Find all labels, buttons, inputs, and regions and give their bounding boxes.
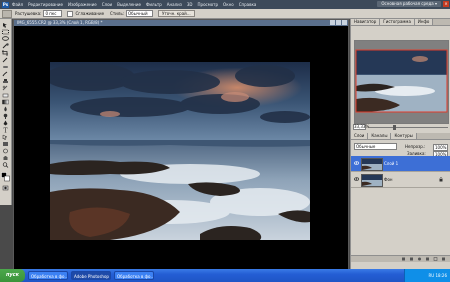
layer-controls: Обычные Непрозр.: 100% Заливка: 100% (351, 142, 450, 158)
start-button[interactable]: пуск (0, 269, 25, 282)
visibility-eye-icon[interactable] (354, 177, 359, 181)
taskbar-item[interactable]: Обработка в фо... (114, 271, 154, 280)
svg-text:T: T (4, 128, 8, 134)
color-swatches-icon[interactable] (1, 172, 10, 182)
menu-analysis[interactable]: Анализ (167, 2, 182, 7)
blend-mode-select[interactable]: Обычные (354, 143, 397, 150)
gradient-tool-icon[interactable] (1, 99, 10, 105)
pen-tool-icon[interactable] (1, 120, 10, 126)
options-bar: Растушевка: 0 пкс Сглаживание Стиль: Обы… (0, 9, 450, 19)
layer-name[interactable]: Фон (384, 177, 393, 182)
style-label: Стиль: (110, 11, 125, 16)
document-tab[interactable]: IMG_6555.CR2 @ 33,3% (Слой 1, RGB/8) * (14, 20, 348, 26)
hand-tool-icon[interactable] (1, 155, 10, 161)
dodge-tool-icon[interactable] (1, 113, 10, 119)
menu-file[interactable]: Файл (12, 2, 23, 7)
quick-selection-tool-icon[interactable] (1, 43, 10, 49)
feather-label: Растушевка: (15, 11, 42, 16)
eraser-tool-icon[interactable] (1, 92, 10, 98)
zoom-value[interactable]: 33,33% (353, 124, 369, 130)
photoshop-logo-icon: Ps (2, 1, 9, 8)
menu-3d[interactable]: 3D (187, 2, 193, 7)
seascape-photo[interactable] (45, 62, 310, 240)
tab-navigator[interactable]: Навигатор (351, 19, 381, 25)
navigator-preview[interactable] (354, 40, 449, 124)
path-selection-tool-icon[interactable] (1, 134, 10, 140)
menu-view[interactable]: Просмотр (198, 2, 219, 7)
marquee-tool-icon[interactable] (1, 29, 10, 35)
layer-thumbnail (361, 174, 383, 187)
menu-image[interactable]: Изображение (68, 2, 97, 7)
menu-filter[interactable]: Фильтр (146, 2, 162, 7)
layers-tabs: Слои Каналы Контуры (351, 133, 450, 140)
tab-paths[interactable]: Контуры (391, 133, 417, 139)
style-select[interactable]: Обычный (126, 10, 154, 17)
layer-thumbnail (361, 158, 383, 171)
right-panels: Навигатор Гистограмма Инфо 33,33% Слои К… (350, 19, 450, 269)
layer-name[interactable]: Слой 1 (384, 161, 398, 166)
zoom-slider[interactable] (369, 124, 448, 130)
brush-tool-icon[interactable] (1, 71, 10, 77)
feather-input[interactable]: 0 пкс (43, 10, 63, 17)
layer-actions-icons[interactable] (401, 257, 449, 261)
blur-tool-icon[interactable] (1, 106, 10, 112)
taskbar-item-photoshop[interactable]: Adobe Photoshop CS... (71, 271, 111, 280)
tab-channels[interactable]: Каналы (368, 133, 392, 139)
menu-select[interactable]: Выделение (117, 2, 141, 7)
antialias-label: Сглаживание (75, 11, 105, 16)
workspace-switcher[interactable]: Основная рабочая среда ▾ (377, 1, 441, 7)
minimize-icon[interactable] (330, 20, 335, 25)
tab-layers[interactable]: Слои (351, 133, 369, 139)
system-tray-clock[interactable]: RU 18:26 (404, 269, 450, 282)
3d-rotate-tool-icon[interactable] (1, 148, 10, 154)
menu-window[interactable]: Окно (223, 2, 234, 7)
antialias-checkbox[interactable] (67, 10, 74, 17)
refine-edge-button[interactable]: Уточн. край... (158, 10, 195, 17)
move-tool-icon[interactable] (1, 22, 10, 28)
healing-brush-tool-icon[interactable] (1, 64, 10, 70)
layer-row-1[interactable]: Слой 1 (351, 156, 450, 172)
history-brush-tool-icon[interactable] (1, 85, 10, 91)
marquee-tool-preset-icon[interactable] (2, 9, 12, 18)
menu-edit[interactable]: Редактирование (28, 2, 63, 7)
document-window: IMG_6555.CR2 @ 33,3% (Слой 1, RGB/8) * (13, 19, 349, 271)
maximize-icon[interactable] (336, 20, 341, 25)
close-icon[interactable] (342, 20, 347, 25)
navigator-tabs: Навигатор Гистограмма Инфо (351, 19, 450, 26)
clone-stamp-tool-icon[interactable] (1, 78, 10, 84)
document-title: IMG_6555.CR2 @ 33,3% (Слой 1, RGB/8) * (17, 20, 103, 25)
rectangle-tool-icon[interactable] (1, 141, 10, 147)
crop-tool-icon[interactable] (1, 50, 10, 56)
layers-panel-footer (351, 255, 450, 262)
visibility-eye-icon[interactable] (354, 161, 359, 165)
close-icon[interactable]: × (443, 1, 449, 7)
quick-mask-icon[interactable] (1, 185, 10, 191)
lock-icon (439, 177, 443, 182)
opacity-label: Непрозр.: (405, 144, 426, 149)
zoom-slider-knob[interactable] (392, 124, 396, 130)
tab-histogram[interactable]: Гистограмма (380, 19, 415, 25)
windows-taskbar: пуск Обработка в фо... Adobe Photoshop C… (0, 269, 450, 282)
menu-bar: Ps Файл Редактирование Изображение Слои … (0, 0, 450, 9)
tab-info[interactable]: Инфо (414, 19, 434, 25)
menu-layer[interactable]: Слои (102, 2, 112, 7)
opacity-input[interactable]: 100% (433, 144, 449, 151)
zoom-tool-icon[interactable] (1, 162, 10, 168)
tools-panel: T (0, 19, 12, 205)
taskbar-item[interactable]: Обработка в фо... (28, 271, 68, 280)
type-tool-icon[interactable]: T (1, 127, 10, 134)
eyedropper-tool-icon[interactable] (1, 57, 10, 63)
lasso-tool-icon[interactable] (1, 36, 10, 42)
navigator-zoom-bar: 33,33% (351, 124, 450, 130)
layer-row-background[interactable]: Фон (351, 172, 450, 188)
menu-help[interactable]: Справка (239, 2, 257, 7)
